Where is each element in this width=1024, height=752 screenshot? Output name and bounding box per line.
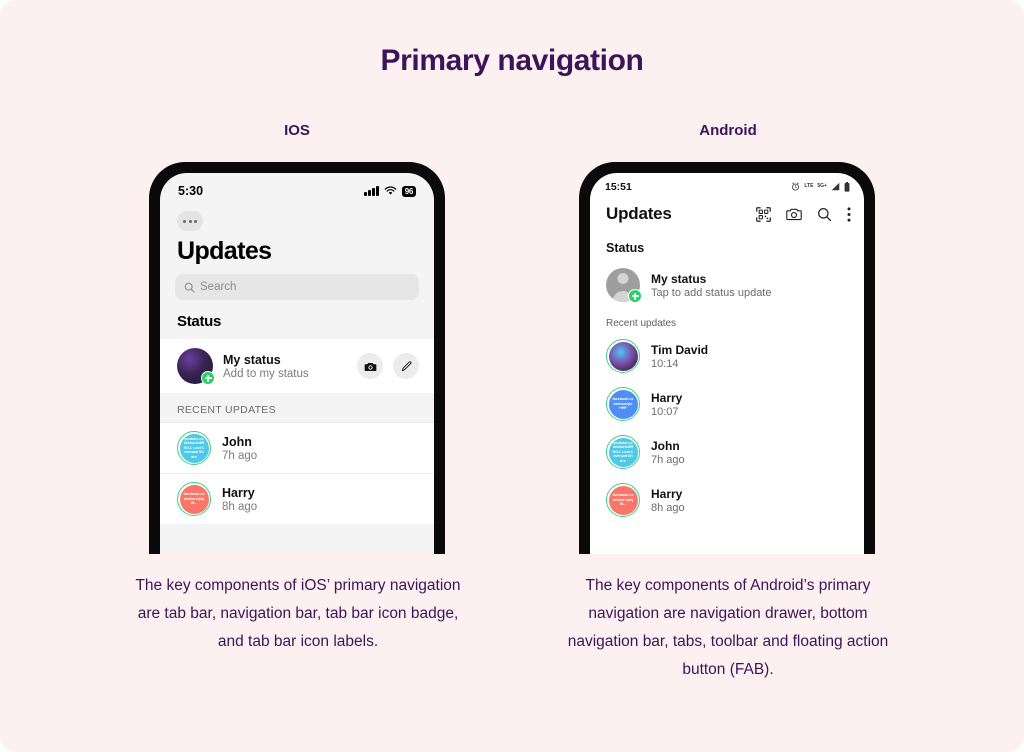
camera-icon [364, 362, 376, 371]
ios-clock: 5:30 [178, 184, 204, 198]
list-item[interactable]: youtube.com/shorts/ff5NOJ- Lost Covenant… [160, 422, 434, 473]
avatar[interactable] [606, 268, 642, 303]
avatar[interactable]: facebook.com/share/p/rHHF [606, 387, 640, 421]
avatar[interactable]: facebook.com/share/p/qW... [177, 482, 211, 516]
search-icon [184, 282, 195, 293]
avatar-image: youtube.com/shorts/ff5NOJ- Lost Covenant… [608, 437, 638, 467]
avatar[interactable]: facebook.com/share/p/qW... [606, 483, 640, 517]
plus-badge-icon [628, 289, 642, 303]
ios-phone-mockup: 5:30 96 Updates Search Status My status … [149, 162, 445, 554]
android-my-status-name: My status [651, 271, 707, 286]
camera-button[interactable] [357, 353, 383, 379]
list-item-time: 7h ago [222, 449, 258, 462]
avatar-image: facebook.com/share/p/rHHF [608, 389, 638, 419]
column-label-ios: IOS [284, 122, 310, 139]
avatar-image: facebook.com/share/p/qW... [179, 484, 209, 514]
network-indicator: 5G+ [817, 183, 827, 189]
android-recent-header: Recent updates [606, 318, 677, 329]
ios-my-status-subtitle: Add to my status [223, 367, 309, 380]
list-item-time: 7h ago [651, 453, 685, 466]
android-phone-mockup: 15:51 LTE 5G+ Updates Status My status T… [579, 162, 875, 554]
cellular-signal-icon [831, 182, 840, 191]
page-title: Primary navigation [380, 44, 644, 77]
wifi-icon [384, 186, 396, 195]
ios-status-bar: 5:30 96 [160, 173, 434, 203]
list-item[interactable]: facebook.com/share/p/qW... Harry 8h ago [590, 476, 864, 524]
search-placeholder: Search [200, 281, 237, 293]
list-item-name: Harry [651, 390, 683, 405]
qr-scan-icon[interactable] [756, 206, 771, 222]
list-item[interactable]: facebook.com/share/p/rHHF Harry 10:07 [590, 380, 864, 428]
android-screen: 15:51 LTE 5G+ Updates Status My status T… [590, 173, 864, 554]
alarm-icon [792, 182, 800, 191]
cellular-signal-icon [364, 186, 379, 196]
android-my-status-row[interactable]: My status Tap to add status update [590, 261, 864, 309]
search-icon[interactable] [817, 207, 832, 222]
ellipsis-icon[interactable] [177, 211, 203, 231]
avatar[interactable] [177, 348, 215, 385]
list-item-name: Tim David [651, 342, 709, 357]
list-item-time: 10:07 [651, 405, 679, 418]
android-toolbar: Updates [590, 195, 864, 224]
pencil-icon [401, 360, 411, 371]
list-item[interactable]: facebook.com/share/p/qW... Harry 8h ago [160, 473, 434, 524]
list-item-time: 10:14 [651, 357, 679, 370]
plus-badge-icon [201, 371, 215, 385]
android-my-status-subtitle: Tap to add status update [651, 286, 772, 299]
list-item[interactable]: Tim David 10:14 [590, 332, 864, 380]
ios-my-status-row[interactable]: My status Add to my status [160, 339, 434, 393]
list-item-name: John [651, 438, 680, 453]
list-item-name: Harry [651, 486, 683, 501]
avatar-image: facebook.com/share/p/qW... [608, 485, 638, 515]
ios-screen: 5:30 96 Updates Search Status My status … [160, 173, 434, 554]
caption-android: The key components of Android’s primary … [567, 577, 889, 678]
ios-page-title: Updates [177, 237, 272, 265]
android-page-title: Updates [606, 204, 672, 223]
list-item[interactable]: youtube.com/shorts/ff5NOJ- Lost Covenant… [590, 428, 864, 476]
android-section-title: Status [606, 241, 645, 255]
column-label-android: Android [699, 122, 757, 139]
android-clock: 15:51 [605, 180, 632, 193]
ios-section-title: Status [177, 313, 222, 330]
caption-ios: The key components of iOS’ primary navig… [135, 577, 461, 650]
list-item-name: Harry [222, 485, 255, 500]
lte-indicator: LTE [804, 183, 814, 189]
search-input[interactable]: Search [175, 274, 419, 300]
ios-recent-header: RECENT UPDATES [177, 404, 276, 416]
battery-icon [844, 181, 850, 192]
avatar-image: youtube.com/shorts/ff5NOJ- Lost Covenant… [179, 433, 209, 463]
list-item-time: 8h ago [651, 501, 685, 514]
ios-my-status-name: My status [223, 352, 281, 367]
list-item-time: 8h ago [222, 500, 258, 513]
list-item-name: John [222, 434, 252, 449]
avatar[interactable] [606, 339, 640, 373]
edit-button[interactable] [393, 353, 419, 379]
avatar-image [608, 341, 638, 371]
android-status-bar: 15:51 LTE 5G+ [590, 173, 864, 195]
avatar[interactable]: youtube.com/shorts/ff5NOJ- Lost Covenant… [606, 435, 640, 469]
slide-canvas: Primary navigation IOS Android 5:30 96 U… [0, 0, 1024, 752]
avatar[interactable]: youtube.com/shorts/ff5NOJ- Lost Covenant… [177, 431, 211, 465]
battery-icon: 96 [401, 185, 416, 197]
camera-icon[interactable] [786, 206, 802, 222]
overflow-menu-icon[interactable] [847, 206, 851, 222]
